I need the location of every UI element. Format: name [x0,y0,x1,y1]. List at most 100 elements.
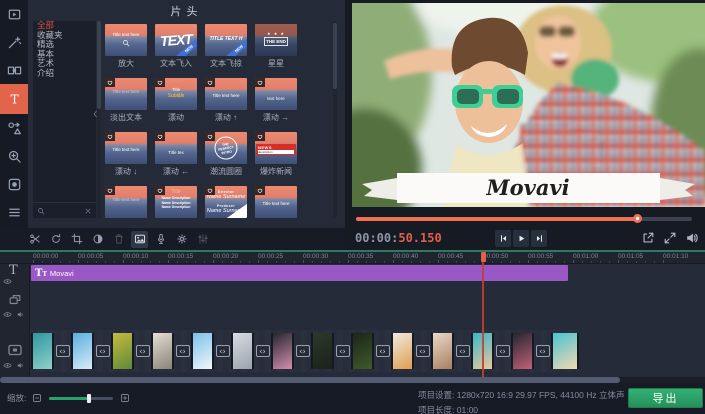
favorite-heart-icon[interactable] [105,78,115,87]
collapse-panel-chevron-icon[interactable] [91,108,100,120]
tool-callouts[interactable] [0,114,28,142]
tool-animation[interactable] [0,170,28,198]
favorite-heart-icon[interactable] [205,132,215,141]
rotate-button[interactable] [47,231,64,248]
title-template-faded[interactable]: Title text here [105,186,147,228]
title-template-潮流圆圈[interactable]: THE PERFECT INTRO 潮流圆圈 [205,132,247,186]
timeline-ruler[interactable]: 00:00:0000:00:0500:00:1000:00:1500:00:20… [0,252,705,264]
color-adjust-button[interactable] [89,231,106,248]
zoom-in-button[interactable] [120,393,130,403]
favorite-heart-icon[interactable] [105,186,115,195]
transition-icon[interactable] [536,345,550,357]
search-box[interactable] [33,202,96,218]
next-frame-button[interactable] [531,230,547,247]
favorite-heart-icon[interactable] [155,78,165,87]
fullscreen-icon[interactable] [663,231,677,245]
overlay-track-visibility-eye-icon[interactable] [3,310,12,319]
transition-icon[interactable] [216,345,230,357]
video-track-mute-icon[interactable] [16,361,25,370]
template-thumbnail[interactable]: Title text here [105,24,147,56]
favorite-heart-icon[interactable] [105,132,115,141]
favorite-heart-icon[interactable] [255,78,265,87]
title-template-星星[interactable]: ★ ★ ★THE END 星星 [255,24,297,78]
transition-icon[interactable] [176,345,190,357]
video-clip[interactable] [311,333,334,369]
video-clip[interactable] [511,333,534,369]
transition-icon[interactable] [256,345,270,357]
video-clip[interactable] [31,333,54,369]
equalizer-button[interactable] [194,231,211,248]
transition-icon[interactable] [496,345,510,357]
playhead[interactable] [482,252,484,377]
settings-button[interactable] [173,231,190,248]
title-template-爆炸新闻[interactable]: NEWSdescription 爆炸新闻 [255,132,297,186]
video-clip[interactable] [271,333,294,369]
transition-icon[interactable] [456,345,470,357]
template-thumbnail[interactable]: TitleName DescriptionName DescriptionNam… [155,186,197,218]
video-clip[interactable] [391,333,414,369]
seek-handle[interactable] [633,214,642,223]
title-track-clip[interactable]: TT Movavi [31,265,568,281]
title-template-漂动[interactable]: TitleSubtitle 漂动 [155,78,197,132]
video-clip[interactable] [551,333,579,369]
video-clip[interactable] [71,333,94,369]
template-thumbnail[interactable]: Title tex [155,132,197,164]
template-thumbnail[interactable]: ★ ★ ★THE END [255,24,297,56]
seek-bar[interactable] [356,217,692,221]
favorite-heart-icon[interactable] [205,78,215,87]
title-template-淡出文本[interactable]: Title text here 淡出文本 [105,78,147,132]
tool-more-tools[interactable] [0,198,28,226]
transition-icon[interactable] [296,345,310,357]
template-thumbnail[interactable]: Title text here [255,186,297,218]
tool-transitions[interactable] [0,56,28,84]
zoom-out-button[interactable] [32,393,42,403]
title-template-漂动 →[interactable]: text here 漂动 → [255,78,297,132]
record-audio-button[interactable] [152,231,169,248]
transition-icon[interactable] [336,345,350,357]
grid-scrollbar[interactable] [333,21,337,218]
transition-icon[interactable] [416,345,430,357]
transition-icon[interactable] [96,345,110,357]
video-clip[interactable] [111,333,134,369]
video-clip[interactable] [351,333,374,369]
template-thumbnail[interactable]: TitleSubtitle [155,78,197,110]
video-clip[interactable] [191,333,214,369]
template-thumbnail[interactable]: THE PERFECT INTRO [205,132,247,164]
video-clip[interactable] [231,333,254,369]
title-template-credits[interactable]: TitleName DescriptionName DescriptionNam… [155,186,197,228]
title-template-放大[interactable]: Title text here 放大 [105,24,147,78]
title-template-漂动 ←[interactable]: Title tex 漂动 ← [155,132,197,186]
favorite-heart-icon[interactable] [205,186,215,195]
volume-icon[interactable] [685,231,699,245]
transition-icon[interactable] [376,345,390,357]
template-thumbnail[interactable]: Title text here [205,78,247,110]
play-button[interactable] [513,230,529,247]
title-template-director[interactable]: DirectorName SurnameProducerName Surname [205,186,247,228]
video-clip[interactable] [431,333,454,369]
template-thumbnail[interactable]: TITLE TEXT HNEW [205,24,247,56]
favorite-heart-icon[interactable] [255,186,265,195]
title-template-漂动 ↓[interactable]: Title text here 漂动 ↓ [105,132,147,186]
template-thumbnail[interactable]: TEXTNEW [155,24,197,56]
template-thumbnail[interactable]: Title text here [105,132,147,164]
previous-frame-button[interactable] [495,230,511,247]
transition-icon[interactable] [136,345,150,357]
crop-button[interactable] [68,231,85,248]
video-clip[interactable] [151,333,174,369]
tool-titles[interactable]: T [0,84,28,114]
title-template-文本飞入[interactable]: TEXTNEW 文本飞入 [155,24,197,78]
delete-button[interactable] [110,231,127,248]
zoom-slider-handle[interactable] [87,394,91,403]
template-thumbnail[interactable]: Title text here [105,186,147,218]
video-track-visibility-eye-icon[interactable] [3,361,12,370]
detach-player-icon[interactable] [641,231,655,245]
export-button[interactable]: 导出 [628,388,703,408]
title-track-visibility-eye-icon[interactable] [3,277,12,286]
favorite-heart-icon[interactable] [255,132,265,141]
clear-search-icon[interactable] [84,207,92,215]
cut-button[interactable] [26,231,43,248]
template-thumbnail[interactable]: NEWSdescription [255,132,297,164]
template-thumbnail[interactable]: Title text here [105,78,147,110]
title-template-plain[interactable]: Title text here [255,186,297,228]
overlay-track-mute-icon[interactable] [16,310,25,319]
